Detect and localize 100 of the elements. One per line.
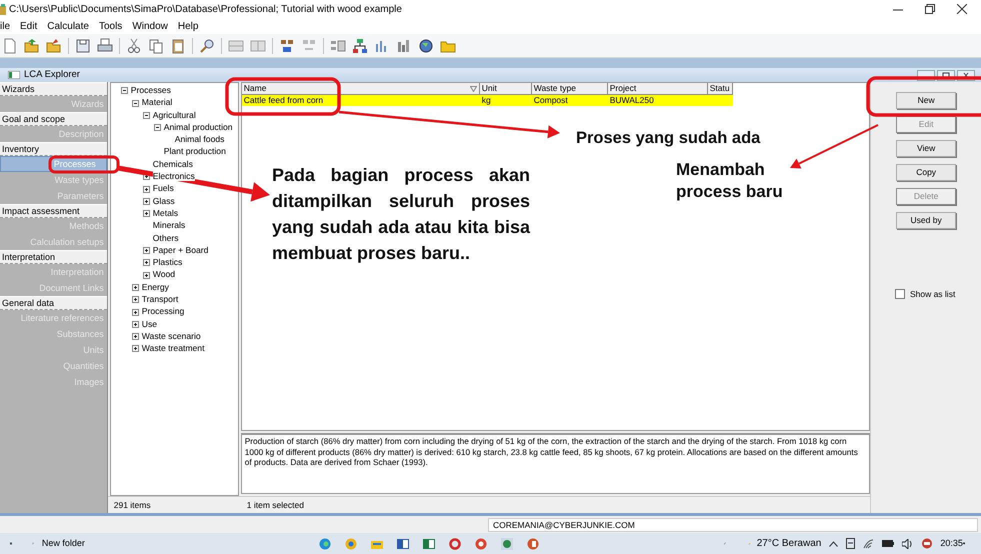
column-header[interactable]: Name xyxy=(242,83,480,95)
checkbox[interactable] xyxy=(894,289,905,300)
window-title: LCA Explorer xyxy=(24,68,80,82)
collapse-icon[interactable] xyxy=(154,124,161,132)
expand-icon[interactable] xyxy=(142,186,150,193)
tree-item[interactable]: Metals xyxy=(152,208,178,218)
tree-item[interactable]: Paper + Board xyxy=(152,244,208,255)
highlight-frame xyxy=(48,156,120,174)
tree-item[interactable]: Processes xyxy=(130,85,171,95)
expand-icon[interactable] xyxy=(142,272,150,279)
section-header[interactable]: Interpretation xyxy=(0,250,107,264)
action-button[interactable]: View xyxy=(896,140,956,157)
tree-item[interactable]: Waste scenario xyxy=(142,330,201,341)
tree-item[interactable]: Plastics xyxy=(152,257,182,268)
column-header[interactable]: Waste type xyxy=(532,83,608,95)
battery-icon[interactable] xyxy=(882,540,894,547)
tablet-icon[interactable] xyxy=(846,538,856,549)
window-title: C:\Users\Public\Documents\SimaPro\Database\Professional; Tutorial with wood example xyxy=(9,2,402,16)
column-header[interactable]: Unit xyxy=(480,83,532,95)
callout-text: Menambah process baru xyxy=(676,159,784,203)
expand-icon[interactable] xyxy=(132,320,139,328)
network-icon[interactable] xyxy=(352,38,368,54)
tree-item[interactable]: Minerals xyxy=(152,220,186,230)
save-icon[interactable] xyxy=(75,38,91,54)
browser-icon[interactable] xyxy=(474,538,487,550)
menu-item[interactable]: Tools xyxy=(98,18,122,34)
expand-icon[interactable] xyxy=(132,345,139,352)
tree-item[interactable]: Electronics xyxy=(152,171,195,182)
menu-item[interactable]: ile xyxy=(0,18,10,34)
new-file-icon[interactable] xyxy=(2,38,18,54)
scissors-icon[interactable] xyxy=(126,38,142,54)
table-row[interactable]: Cattle feed from corn kg Compost BUWAL250 xyxy=(242,95,733,106)
clipboard-icon[interactable] xyxy=(170,38,186,54)
folder-icon[interactable] xyxy=(46,38,62,54)
collapse-icon[interactable] xyxy=(142,112,150,119)
menu-item[interactable]: Calculate xyxy=(47,18,89,34)
copy-icon[interactable] xyxy=(148,38,164,54)
browser-icon[interactable] xyxy=(318,538,331,550)
search-icon[interactable] xyxy=(199,38,215,54)
tree-item[interactable]: Animal foods xyxy=(174,134,224,144)
expand-icon[interactable] xyxy=(142,210,150,218)
tree-item[interactable]: Animal production xyxy=(164,122,233,132)
tree-item[interactable]: Chemicals xyxy=(152,158,193,169)
presentation-icon[interactable] xyxy=(526,538,539,550)
tree-item[interactable]: Waste treatment xyxy=(142,343,204,354)
column-header[interactable]: Project xyxy=(608,83,708,95)
table-cell-text: Cattle feed from corn xyxy=(242,95,324,106)
wifi-icon[interactable] xyxy=(863,538,874,548)
section-header[interactable]: Goal and scope xyxy=(0,112,107,126)
action-button[interactable]: New xyxy=(896,92,956,109)
expand-icon[interactable] xyxy=(142,259,150,266)
column-header[interactable]: Statu xyxy=(708,83,733,95)
action-button[interactable]: Copy xyxy=(896,164,956,181)
document-icon[interactable] xyxy=(396,538,409,550)
status-text: 1 item selected xyxy=(246,500,304,510)
expand-icon[interactable] xyxy=(132,333,139,340)
ring-icon[interactable] xyxy=(448,538,461,550)
expand-icon[interactable] xyxy=(132,296,139,304)
tree-item[interactable]: Glass xyxy=(152,196,175,206)
tree-item[interactable]: Others xyxy=(152,232,179,243)
bar-chart-icon[interactable] xyxy=(396,38,412,54)
expand-icon[interactable] xyxy=(142,247,150,254)
app-icon xyxy=(0,4,6,14)
speaker-icon[interactable] xyxy=(902,538,914,548)
expand-icon[interactable] xyxy=(132,308,139,316)
tree-item[interactable]: Wood xyxy=(152,269,176,280)
clock-text[interactable]: 20:35 xyxy=(940,536,963,550)
open-folder-icon[interactable] xyxy=(24,38,40,54)
collapse-icon[interactable] xyxy=(120,87,128,94)
menu-item[interactable]: Help xyxy=(178,18,198,34)
close-icon[interactable] xyxy=(957,4,967,14)
action-button[interactable]: Used by xyxy=(896,212,956,229)
collapse-icon[interactable] xyxy=(132,100,139,107)
section-header[interactable]: General data xyxy=(0,296,107,310)
caret-icon[interactable] xyxy=(829,540,838,546)
tree-item[interactable]: Use xyxy=(142,318,158,329)
tree-item[interactable]: Processing xyxy=(142,306,184,316)
tree-item[interactable]: Material xyxy=(142,97,172,108)
tree-item[interactable]: Agricultural xyxy=(152,110,196,120)
search-field[interactable]: New folder xyxy=(42,536,85,550)
weather-text[interactable]: 27°C Berawan xyxy=(756,536,822,551)
checkbox-label[interactable]: Show as list xyxy=(910,288,956,301)
expand-icon[interactable] xyxy=(132,284,139,291)
menu-item[interactable]: Edit xyxy=(20,18,38,34)
globe-icon[interactable] xyxy=(418,38,434,54)
browser-icon[interactable] xyxy=(344,538,357,550)
list-icon[interactable] xyxy=(330,38,346,54)
printer-icon[interactable] xyxy=(97,38,113,54)
tree-item[interactable]: Transport xyxy=(142,294,178,304)
description-text: Production of starch (86% dry matter) from corn including the drying of 51 kg of the corn, the extraction of the starch and the drying of the starch. From 1018 kg corn 1000 kg of different products (86% dry matter) is derived: 610 kg starch, 23.8 kg cattle feed, 85 kg shoots, 67 kg protein. Allocations are based on the different amounts of products. Data are derived from Schaer (1993). xyxy=(240,433,870,494)
section-header[interactable]: Impact assessment xyxy=(0,204,107,218)
tree-item[interactable]: Energy xyxy=(142,282,169,292)
menu-item[interactable]: Window xyxy=(132,18,168,34)
section-header[interactable]: Inventory xyxy=(0,142,107,156)
expand-icon[interactable] xyxy=(142,198,150,205)
spreadsheet-icon[interactable] xyxy=(422,538,435,550)
tree-item[interactable]: Plant production xyxy=(164,146,226,156)
maximize-icon[interactable] xyxy=(925,4,935,14)
tree-item[interactable]: Fuels xyxy=(152,183,174,194)
section-header[interactable]: Wizards xyxy=(0,82,107,96)
